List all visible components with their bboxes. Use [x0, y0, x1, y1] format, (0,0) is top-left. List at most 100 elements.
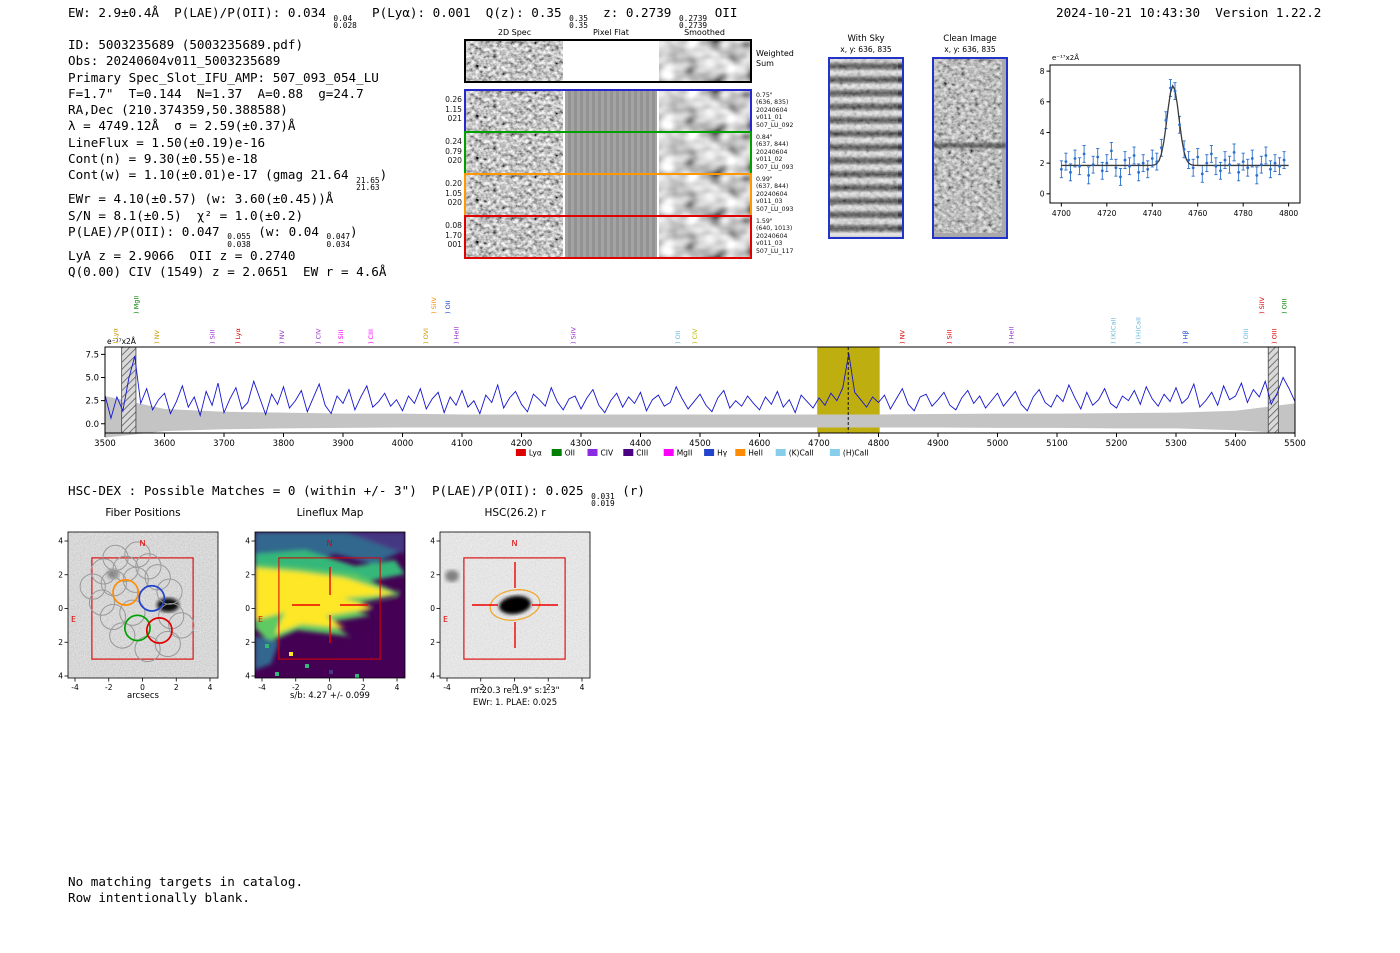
info-line: Primary Spec_Slot_IFU_AMP: 507_093_054_L…: [68, 70, 387, 86]
svg-text:) Lyα: ) Lyα: [234, 328, 242, 344]
hsc-caption-magnitudes: m:20.3 re:1.9" s:1.3": [470, 686, 560, 696]
svg-text:3600: 3600: [154, 439, 176, 449]
svg-text:OII: OII: [565, 449, 575, 458]
fiber-id-labels: 0.84" (637, 844) 20240604 v011_02 507_LU_093: [756, 134, 794, 171]
error-bars: [1059, 79, 1286, 186]
fiber-positions-title: Fiber Positions: [105, 507, 181, 519]
svg-text:) OIII: ) OIII: [1281, 298, 1289, 314]
legend: Lyα OII CIV CIII MgII Hγ HeII (K)CaII (H)CaII: [515, 449, 869, 458]
svg-text:MgII: MgII: [677, 449, 693, 458]
svg-text:0.0: 0.0: [85, 420, 99, 430]
cutout-smoothed-image: [659, 41, 750, 81]
north-indicator: N: [512, 539, 518, 548]
info-line: LyA z = 2.9066 OII z = 0.2740: [68, 248, 387, 264]
svg-text:0: 0: [430, 604, 435, 613]
svg-text:) OIII: ) OIII: [1271, 328, 1279, 344]
cutout-smoothed-image: [659, 133, 750, 173]
east-indicator: E: [71, 615, 76, 624]
svg-text:) Lyα: ) Lyα: [111, 328, 119, 344]
fiber-weight-labels: 0.26 1.15 021: [445, 95, 462, 124]
header-meta: 2024-10-21 10:43:30 Version 1.22.2: [1056, 5, 1321, 21]
info-line: S/N = 8.1(±0.5) χ² = 1.0(±0.2): [68, 208, 387, 224]
svg-text:4900: 4900: [927, 439, 949, 449]
svg-text:4760: 4760: [1188, 209, 1207, 218]
svg-text:-2: -2: [58, 638, 63, 647]
lineflux-caption: s/b: 4.27 +/- 0.099: [290, 691, 370, 701]
text-segment: Primary Spec_Slot_IFU_AMP: 507_093_054_L…: [68, 69, 379, 85]
svg-text:) NV: ) NV: [278, 330, 286, 344]
lineflux-map-title: Lineflux Map: [296, 507, 364, 519]
info-line: EWr = 4.10(±0.57) (w: 3.60(±0.45))Å: [68, 191, 387, 207]
svg-text:4100: 4100: [451, 439, 473, 449]
svg-text:4300: 4300: [570, 439, 592, 449]
fiber-id-labels: 0.99" (637, 844) 20240604 v011_03 507_LU_093: [756, 176, 794, 213]
clean-dark-streak: [934, 143, 1006, 148]
cutout-smoothed-image: [659, 91, 750, 131]
svg-text:) (H)CaII: ) (H)CaII: [1134, 317, 1142, 344]
svg-text:) SiII: ) SiII: [208, 330, 216, 344]
lineflux-heatmap: [255, 532, 405, 678]
full-spectrum-plot: 3500 3600 3700 3800 3900 4000 4100 4200 4300 4400…: [85, 296, 1305, 458]
clean-image-title: Clean Image: [943, 34, 997, 44]
svg-text:4500: 4500: [689, 439, 711, 449]
stacked-uncertainty: 0.04 0.028: [333, 13, 357, 30]
north-indicator: N: [140, 539, 146, 548]
hsc-cutout-title: HSC(26.2) r: [484, 507, 546, 519]
svg-text:3500: 3500: [94, 439, 116, 449]
svg-text:) SiII: ) SiII: [337, 330, 345, 344]
fiber-xlabel: arcsecs: [127, 691, 159, 701]
stacked-uncertainty: 0.2739 0.2739: [678, 13, 708, 30]
svg-text:2: 2: [58, 570, 63, 579]
with-sky-coords: x, y: 636, 835: [840, 45, 892, 54]
svg-text:5000: 5000: [987, 439, 1009, 449]
error-band: [105, 396, 1295, 438]
fiber-id-labels: 1.59" (640, 1013) 20240604 v011_03 507_LU_11…: [756, 218, 794, 255]
text-segment: RA,Dec (210.374359,50.388588): [68, 102, 288, 118]
emission-line-markers: ) Lyα) MgII) NV) SiII) Lyα) NV) CIV) SiI…: [111, 296, 1288, 344]
svg-text:) NV: ) NV: [899, 330, 907, 344]
detection-info-block: ID: 5003235689 (5003235689.pdf) Obs: 2024…: [68, 37, 387, 280]
cutout-pixelflat-image: [565, 175, 657, 215]
svg-text:4: 4: [430, 537, 435, 546]
fiber-id-labels: 0.75" (636, 835) 20240604 v011_01 507_LU_092: [756, 92, 794, 129]
svg-text:-2: -2: [245, 638, 250, 647]
data-points: [1059, 86, 1286, 179]
east-indicator: E: [443, 615, 448, 624]
svg-text:-2: -2: [430, 638, 435, 647]
svg-text:) OII: ) OII: [444, 300, 452, 314]
info-line: F=1.7" T=0.144 N=1.37 A=0.88 g=24.7: [68, 86, 387, 102]
cutout-column-header: Smoothed: [684, 28, 725, 37]
svg-text:-4: -4: [430, 672, 435, 681]
svg-text:8: 8: [1040, 67, 1045, 76]
svg-text:5200: 5200: [1106, 439, 1128, 449]
cutout-2dspec-image: [466, 217, 563, 257]
svg-text:) SiII: ) SiII: [946, 330, 954, 344]
cutout-column-header: Pixel Flat: [593, 28, 629, 37]
svg-text:(K)CaII: (K)CaII: [789, 449, 814, 458]
hsc-cutout-plot: -4-2024420-2-4NE: [430, 531, 591, 692]
svg-text:3700: 3700: [213, 439, 235, 449]
cutout-pixelflat-image: [565, 133, 657, 173]
cutout-2dspec-image: [466, 91, 563, 131]
fiber-positions-plot: -4-2024420-2-4NE: [58, 531, 219, 692]
svg-text:4: 4: [245, 537, 250, 546]
svg-text:) SiIV: ) SiIV: [430, 297, 438, 314]
fiber-weight-labels: 0.08 1.70 001: [445, 221, 462, 250]
svg-text:2.5: 2.5: [85, 397, 99, 407]
cutout-pixelflat-image: [565, 91, 657, 131]
svg-text:7.5: 7.5: [85, 350, 99, 360]
svg-text:) SiIV: ) SiIV: [1258, 297, 1266, 314]
spectrum-line: [104, 353, 1296, 420]
fiber-image: [68, 532, 218, 678]
line-fit-plot: 4700 4720 4740 4760 4780 4800 0 2 4 6 8 e⁻¹⁷x2Å: [1040, 53, 1301, 218]
svg-text:4700: 4700: [808, 439, 830, 449]
stacked-uncertainty: 21.65 21.63: [356, 175, 380, 193]
text-segment: ): [379, 167, 388, 183]
text-segment: ): [350, 223, 358, 239]
footer-line-2: Row intentionally blank.: [68, 890, 250, 905]
svg-text:0: 0: [245, 604, 250, 613]
svg-text:) CIII: ) CIII: [367, 329, 375, 344]
report-version: Version 1.22.2: [1215, 5, 1322, 20]
svg-text:4: 4: [1040, 128, 1045, 137]
lineflux-map-plot: -4-2024420-2-4NE: [245, 531, 406, 692]
